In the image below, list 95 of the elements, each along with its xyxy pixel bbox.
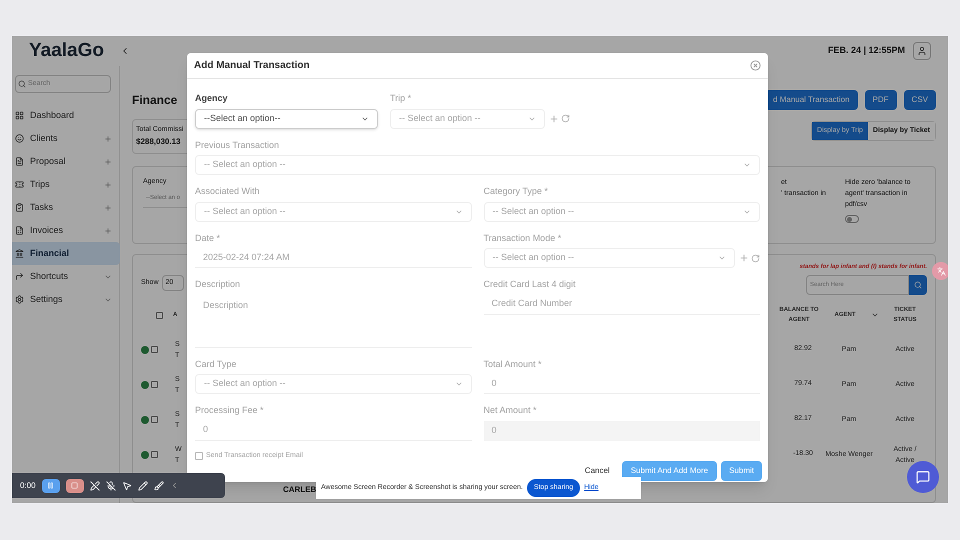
add-icon[interactable] (739, 253, 749, 263)
timer: 0:00 (20, 480, 36, 492)
sort-icon[interactable] (871, 311, 879, 319)
input-field[interactable]: 0 (195, 420, 472, 440)
caret-icon (454, 380, 462, 388)
field-label: Agency (195, 92, 229, 105)
add-icon[interactable] (549, 114, 559, 124)
select-field[interactable]: --Select an option-- (195, 108, 378, 128)
field-label: Processing Fee * (195, 404, 265, 417)
page-title: Finance (132, 92, 178, 109)
menu-icon (15, 203, 24, 212)
sidebar-item[interactable]: Trips (12, 173, 120, 196)
field-label: Date * (195, 232, 222, 244)
action-button[interactable]: d Manual Transaction (765, 90, 858, 110)
select-field[interactable]: -- Select an option -- (484, 202, 760, 222)
stat-value: $288,030.13 (136, 136, 182, 148)
input-field[interactable]: 0 (484, 374, 760, 394)
expand-icon[interactable] (104, 180, 112, 188)
submit-more-button[interactable]: Submit And Add More (622, 461, 718, 481)
field-label: Credit Card Last 4 digit (484, 278, 577, 291)
footer-text: CARLEB (283, 484, 316, 496)
sidebar-item[interactable]: Proposal (12, 150, 120, 173)
action-button[interactable]: PDF (864, 90, 897, 110)
text-area[interactable]: Description (195, 294, 472, 348)
sidebar-item[interactable]: Financial (12, 242, 120, 265)
toggle-switch[interactable] (845, 215, 859, 223)
chat-button[interactable] (907, 461, 939, 493)
checkbox[interactable] (156, 312, 163, 318)
input-field: 0 (484, 420, 760, 440)
translate-icon (936, 266, 946, 276)
menu-icon (15, 226, 24, 235)
select-field[interactable]: -- Select an option -- (484, 248, 735, 268)
chat-icon (916, 470, 930, 484)
field-label: Card Type (195, 358, 238, 371)
field-label: Description (195, 278, 242, 291)
select-field[interactable]: -- Select an option -- (195, 374, 472, 394)
menu-icon (15, 157, 24, 166)
field-label: Transaction Mode * (484, 232, 562, 244)
field-label: Associated With (195, 185, 261, 198)
select-field[interactable]: -- Select an option -- (390, 108, 545, 128)
search-button[interactable] (909, 275, 927, 295)
refresh-icon[interactable] (561, 114, 570, 123)
caret-icon (718, 254, 726, 262)
brush-icon[interactable] (154, 480, 164, 490)
refresh-icon[interactable] (751, 254, 760, 262)
field-label: Trip * (390, 92, 412, 105)
field-label: Category Type * (484, 185, 549, 198)
sidebar-item[interactable]: Clients (12, 127, 120, 150)
sidebar-item[interactable]: Tasks (12, 196, 120, 219)
stop-icon (71, 482, 78, 489)
expand-icon[interactable] (104, 158, 112, 166)
select-field[interactable]: -- Select an option -- (195, 202, 472, 222)
cursor-icon[interactable] (122, 480, 132, 490)
expand-icon[interactable] (104, 226, 112, 234)
translate-button[interactable] (932, 262, 948, 280)
close-icon[interactable] (750, 60, 761, 71)
cancel-button[interactable]: Cancel (576, 461, 618, 481)
app-logo: YaalaGo (29, 38, 104, 63)
input-field[interactable]: 2025-02-24 07:24 AM (195, 248, 472, 268)
menu-icon (15, 111, 24, 120)
menu-icon (15, 272, 24, 281)
sidebar-item[interactable]: Settings (12, 288, 120, 311)
mic-off-icon[interactable] (106, 480, 116, 490)
pencil-icon[interactable] (138, 480, 148, 490)
sidebar-item[interactable]: Shortcuts (12, 265, 120, 288)
date-time: FEB. 24 | 12:55PM (828, 44, 905, 58)
pause-button[interactable] (42, 478, 60, 492)
menu-icon (15, 134, 24, 143)
submit-button[interactable]: Submit (721, 461, 762, 481)
search-icon (18, 80, 26, 88)
menu-icon (15, 180, 24, 189)
checkbox[interactable] (195, 452, 203, 460)
action-button[interactable]: CSV (904, 90, 936, 110)
user-button[interactable] (913, 42, 931, 60)
sidebar-item[interactable]: Invoices (12, 219, 120, 242)
menu-icon (15, 295, 24, 304)
sidebar-item[interactable]: Dashboard (12, 104, 120, 127)
user-icon (917, 46, 927, 56)
menu-icon (15, 249, 24, 258)
input-field[interactable]: Credit Card Number (484, 294, 760, 314)
field-label: Previous Transaction (195, 138, 280, 152)
stop-button[interactable] (66, 478, 84, 492)
checkbox[interactable] (151, 451, 158, 458)
search-icon (914, 281, 922, 289)
caret-icon (743, 161, 751, 169)
select-field[interactable]: -- Select an option -- (195, 155, 760, 175)
expand-icon[interactable] (104, 204, 112, 212)
modal-title: Add Manual Transaction (194, 59, 310, 73)
checkbox[interactable] (151, 381, 158, 388)
pause-icon (47, 482, 54, 489)
field-label: Total Amount * (484, 358, 543, 370)
checkbox[interactable] (151, 416, 158, 423)
checkbox[interactable] (151, 346, 158, 353)
field-label: Net Amount * (484, 404, 538, 417)
expand-icon[interactable] (104, 134, 112, 142)
